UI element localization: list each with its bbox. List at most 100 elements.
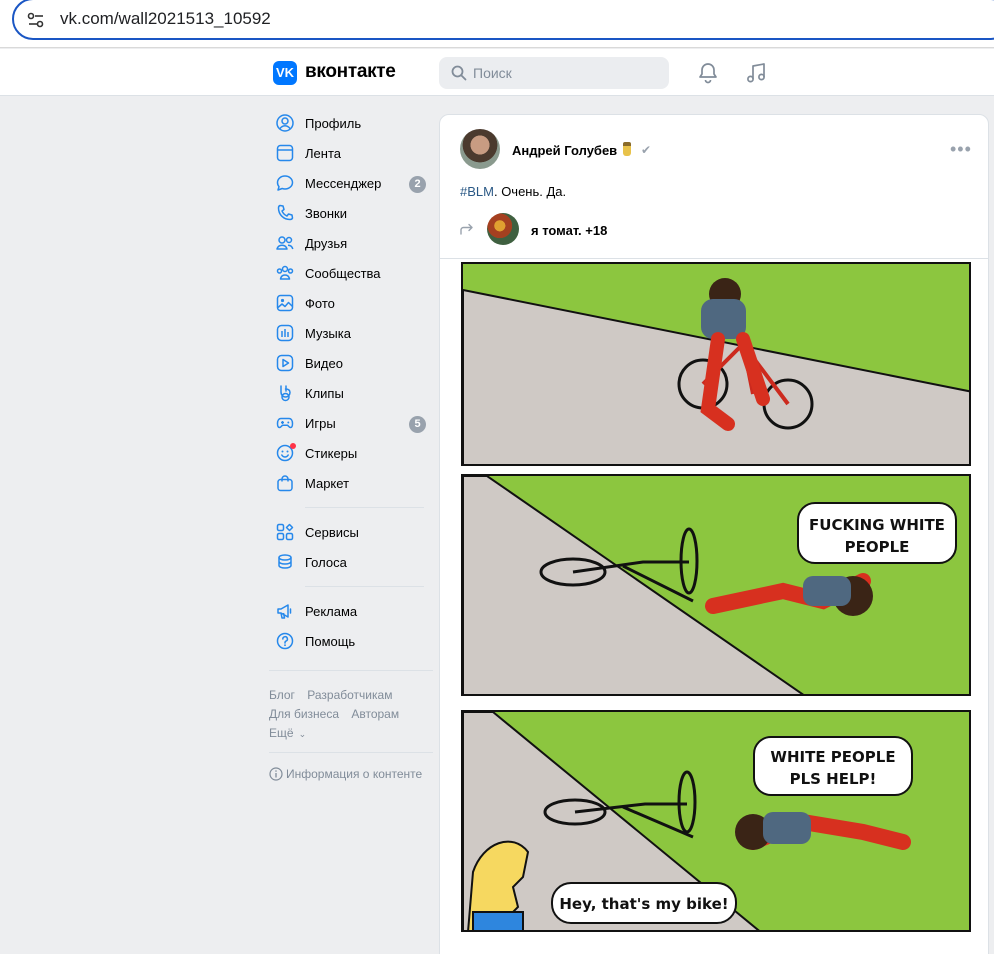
sidebar-item-label: Клипы [305, 386, 344, 401]
post-divider [440, 258, 988, 259]
url-text[interactable]: vk.com/wall2021513_10592 [60, 9, 271, 29]
sidebar-item-label: Маркет [305, 476, 350, 491]
sidebar-item-label: Реклама [305, 604, 358, 619]
message-icon [276, 175, 294, 191]
sidebar-item-label: Сообщества [305, 266, 381, 281]
music-icon[interactable] [744, 61, 768, 85]
sidebar-item-label: Голоса [305, 555, 347, 570]
browser-address-bar: vk.com/wall2021513_10592 [0, 0, 994, 48]
sidebar-item-label: Игры [305, 416, 336, 431]
music-icon [276, 324, 294, 342]
sidebar-item-calls[interactable]: Звонки [268, 198, 434, 228]
sidebar-item-label: Видео [305, 356, 343, 371]
sidebar-divider [305, 507, 424, 508]
sidebar-item-profile[interactable]: Профиль [268, 108, 434, 138]
left-sidebar-nav: Профиль Лента Мессенджер 2 Звонки Друзья… [268, 108, 434, 656]
sidebar-item-label: Стикеры [305, 446, 358, 461]
panel-1-scene [463, 278, 969, 464]
shopping-bag-icon [277, 475, 293, 492]
footer-link-more[interactable]: Ещё ⌄ [269, 726, 315, 740]
left-background [0, 96, 260, 954]
logo-text[interactable]: вконтакте [305, 61, 396, 83]
repost-arrow-icon [460, 223, 473, 235]
content-info-link[interactable]: Информация о контенте [269, 767, 422, 781]
search-icon [451, 65, 467, 81]
comic-panel-3: WHITE PEOPLE PLS HELP! Hey, that's my bi… [461, 710, 971, 932]
author-name-text: Андрей Голубев [512, 143, 618, 158]
sidebar-item-stickers[interactable]: Стикеры [268, 438, 434, 468]
bottle-emoji-icon [623, 142, 631, 156]
sidebar-item-services[interactable]: Сервисы [268, 517, 434, 547]
communities-icon [276, 265, 294, 280]
sidebar-footer-divider [269, 670, 433, 671]
info-icon [269, 767, 283, 781]
sidebar-item-label: Сервисы [305, 525, 359, 540]
footer-links: Блог Разработчикам Для бизнеса Авторам Е… [269, 686, 435, 744]
sidebar-item-label: Музыка [305, 326, 351, 341]
sidebar-item-label: Мессенджер [305, 176, 382, 191]
sidebar-item-label: Лента [305, 146, 341, 161]
sidebar-item-votes[interactable]: Голоса [268, 547, 434, 577]
gamepad-icon [276, 417, 294, 429]
footer-link-authors[interactable]: Авторам [351, 707, 399, 721]
services-icon [276, 523, 294, 541]
sidebar-item-feed[interactable]: Лента [268, 138, 434, 168]
repost-source-name[interactable]: я томат. +18 [531, 223, 607, 238]
site-settings-icon[interactable] [26, 10, 46, 30]
sidebar-item-clips[interactable]: Клипы [268, 378, 434, 408]
more-options-icon[interactable]: ••• [950, 139, 972, 160]
notification-dot [290, 443, 296, 449]
search-box[interactable] [439, 57, 669, 89]
post-text: #BLM. Очень. Да. [460, 184, 566, 199]
photo-icon [276, 294, 294, 312]
footer-link-blog[interactable]: Блог [269, 688, 295, 702]
search-input[interactable] [473, 57, 663, 89]
newsfeed-icon [276, 144, 294, 162]
sidebar-item-games[interactable]: Игры 5 [268, 408, 434, 438]
megaphone-icon [277, 604, 292, 619]
comic-panel-1 [461, 262, 971, 466]
sidebar-item-music[interactable]: Музыка [268, 318, 434, 348]
unread-count-badge: 2 [409, 176, 426, 193]
repost-source-avatar[interactable] [487, 213, 519, 245]
vk-logo-icon[interactable]: VK [273, 61, 297, 85]
help-icon [276, 632, 294, 650]
speech-bubble-1: FUCKING WHITE PEOPLE [797, 502, 957, 564]
sidebar-item-label: Профиль [305, 116, 362, 131]
sidebar-item-help[interactable]: Помощь [268, 626, 434, 656]
hashtag-link[interactable]: #BLM [460, 184, 494, 199]
sidebar-item-label: Фото [305, 296, 335, 311]
user-circle-icon [276, 114, 294, 132]
post-image-comic[interactable]: FUCKING WHITE PEOPLE WHITE PEOPLE PLS HE… [441, 262, 988, 932]
checkmark-icon: ✔ [641, 143, 652, 157]
sidebar-item-label: Помощь [305, 634, 356, 649]
repost-source-name-text: я томат. +18 [531, 223, 608, 238]
sidebar-item-messenger[interactable]: Мессенджер 2 [268, 168, 434, 198]
author-avatar[interactable] [460, 129, 500, 169]
bell-icon[interactable] [696, 61, 720, 85]
footer-link-business[interactable]: Для бизнеса [269, 707, 339, 721]
author-name[interactable]: Андрей Голубев [512, 143, 617, 158]
footer-divider [269, 752, 433, 753]
content-info-label: Информация о контенте [286, 767, 423, 781]
sidebar-item-label: Друзья [305, 236, 348, 251]
sidebar-item-communities[interactable]: Сообщества [268, 258, 434, 288]
speech-bubble-2: WHITE PEOPLE PLS HELP! [753, 736, 913, 796]
games-count-badge: 5 [409, 416, 426, 433]
sidebar-item-friends[interactable]: Друзья [268, 228, 434, 258]
coins-icon [278, 554, 292, 569]
sidebar-divider [305, 586, 424, 587]
speech-bubble-3: Hey, that's my bike! [551, 882, 737, 924]
sidebar-item-market[interactable]: Маркет [268, 468, 434, 498]
comic-panel-2: FUCKING WHITE PEOPLE [461, 474, 971, 696]
post-card: Андрей Голубев ✔ ••• #BLM. Очень. Да. я … [439, 114, 989, 954]
post-body-text: . Очень. Да. [493, 184, 567, 199]
clips-icon [280, 385, 291, 402]
chevron-down-icon: ⌄ [298, 729, 307, 739]
footer-link-developers[interactable]: Разработчикам [307, 688, 392, 702]
sidebar-item-video[interactable]: Видео [268, 348, 434, 378]
sidebar-item-ads[interactable]: Реклама [268, 596, 434, 626]
site-header: VK вконтакте [0, 49, 994, 96]
sidebar-item-photo[interactable]: Фото [268, 288, 434, 318]
more-label: Ещё [269, 726, 294, 740]
